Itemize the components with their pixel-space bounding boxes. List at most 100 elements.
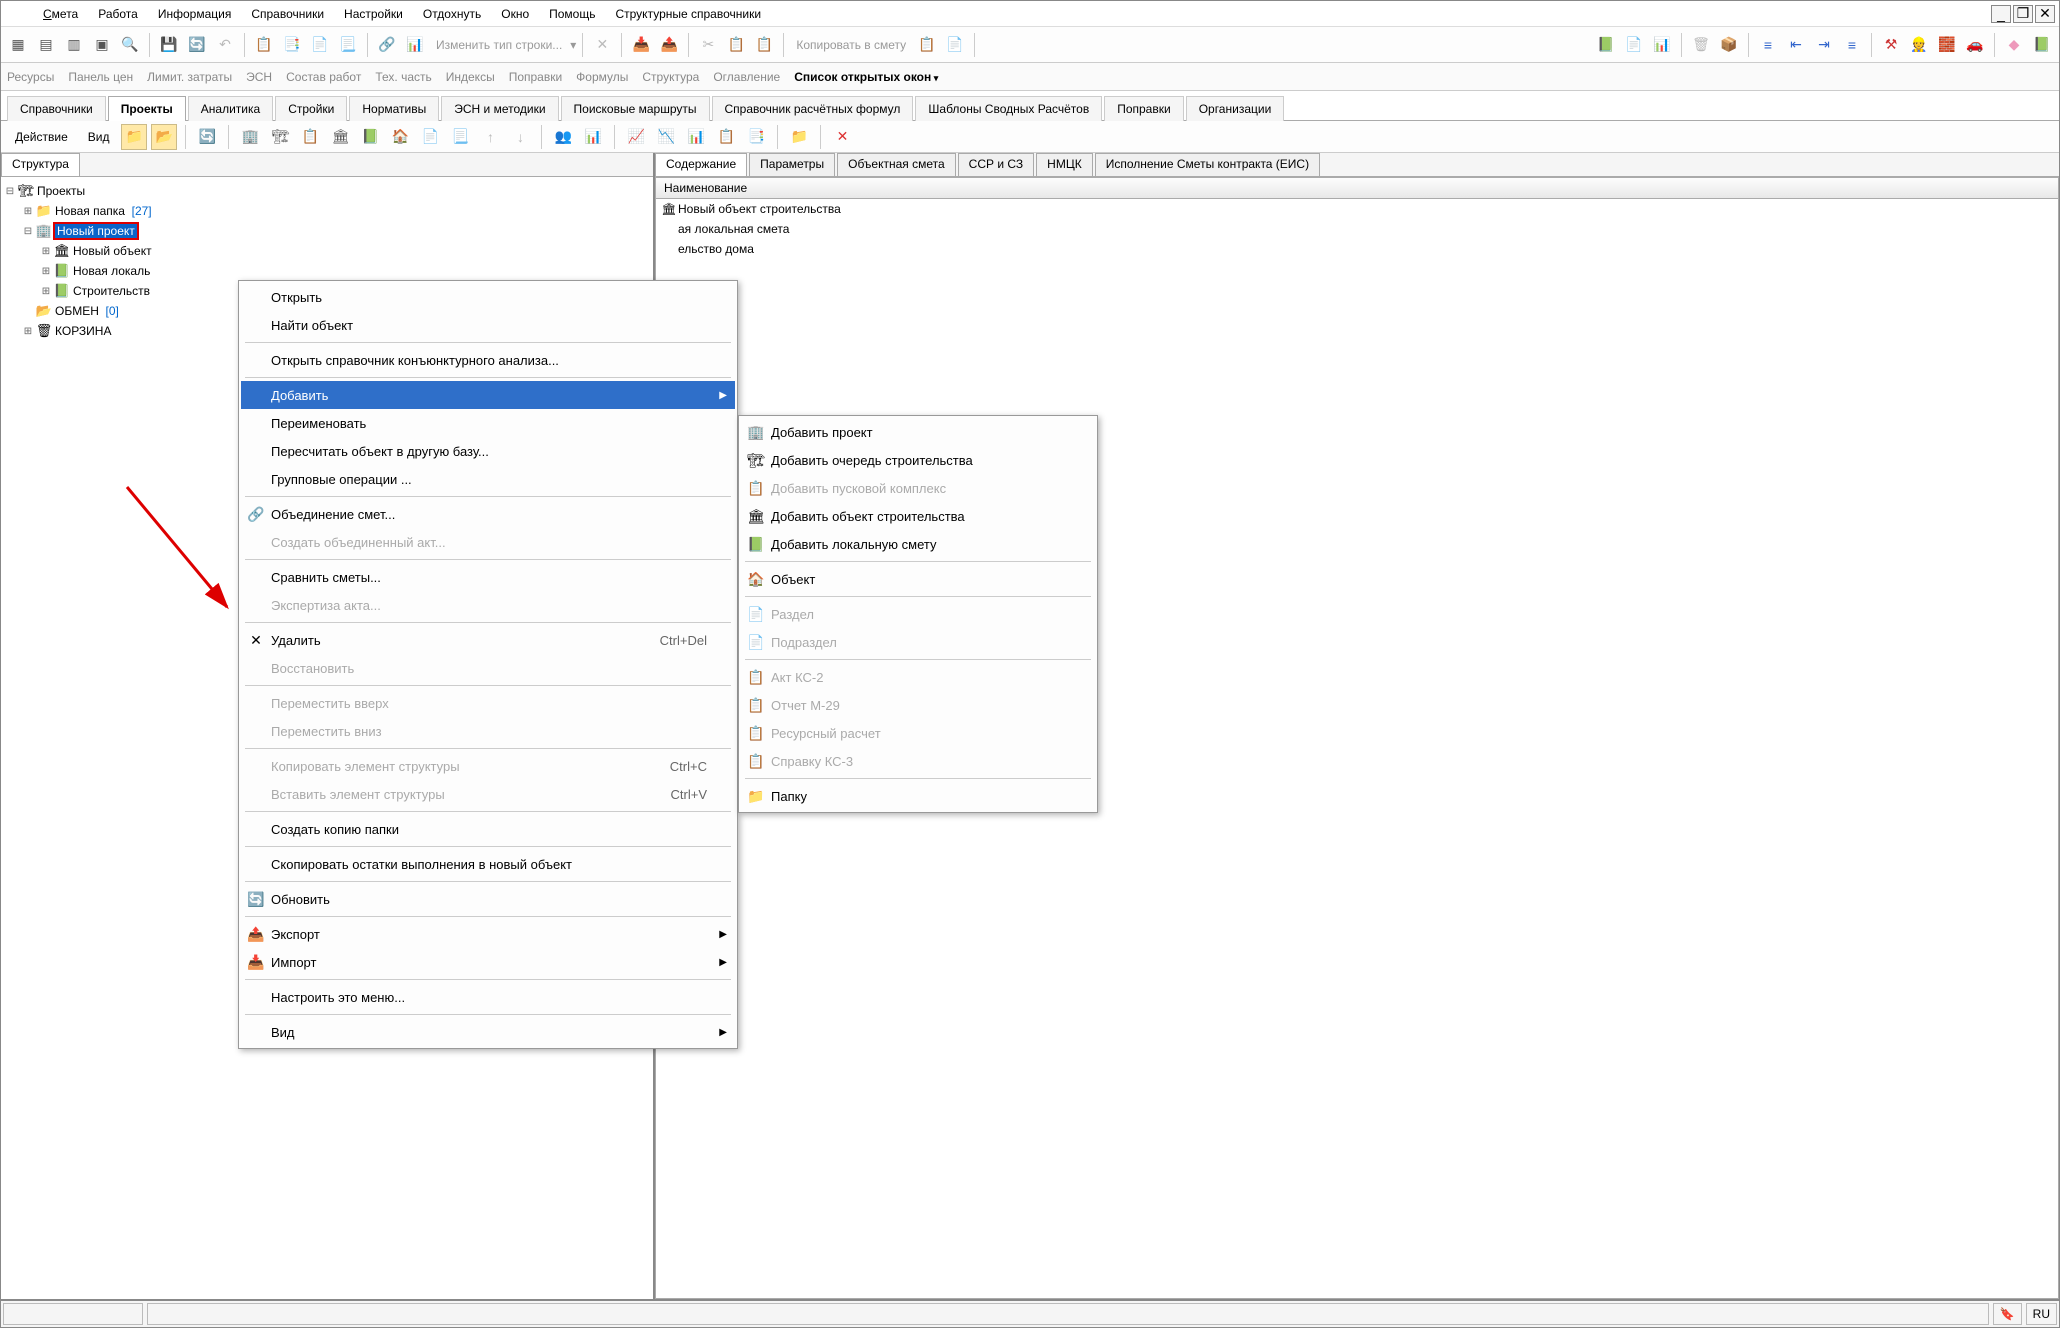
menu-настройки[interactable]: Настройки: [334, 4, 413, 24]
maintab-4[interactable]: Нормативы: [349, 96, 439, 121]
change-type-text[interactable]: Изменить тип строки...: [430, 38, 568, 52]
tool-icon[interactable]: ⇤: [1783, 32, 1809, 58]
maintab-0[interactable]: Справочники: [7, 96, 106, 121]
ctx-item-32[interactable]: 📥Импорт▶: [241, 948, 735, 976]
tool-icon[interactable]: 📊: [683, 124, 709, 150]
tool-icon[interactable]: ▤: [33, 32, 59, 58]
tool-icon[interactable]: 📄: [417, 124, 443, 150]
tool-icon[interactable]: 📋: [251, 32, 277, 58]
ctx-item-27[interactable]: Скопировать остатки выполнения в новый о…: [241, 850, 735, 878]
tool-icon[interactable]: 📦: [1716, 32, 1742, 58]
maintab-5[interactable]: ЭСН и методики: [441, 96, 558, 121]
ctx-item-25[interactable]: Создать копию папки: [241, 815, 735, 843]
ctx-item-29[interactable]: 🔄Обновить: [241, 885, 735, 913]
tool-icon[interactable]: 🧱: [1934, 32, 1960, 58]
maintab-8[interactable]: Шаблоны Сводных Расчётов: [915, 96, 1102, 121]
tool-icon[interactable]: 📋: [713, 124, 739, 150]
maintab-3[interactable]: Стройки: [275, 96, 347, 121]
expand-icon[interactable]: ⊞: [39, 246, 53, 257]
expand-icon[interactable]: ⊞: [21, 206, 35, 217]
righttab-2[interactable]: Объектная смета: [837, 153, 956, 176]
arrow-down-icon[interactable]: ↓: [507, 124, 533, 150]
ctx-item-5[interactable]: Добавить▶: [241, 381, 735, 409]
menu-помощь[interactable]: Помощь: [539, 4, 605, 24]
secondary-3[interactable]: ЭСН: [246, 70, 272, 84]
tool-icon[interactable]: 📃: [447, 124, 473, 150]
tool-icon[interactable]: 📗: [357, 124, 383, 150]
tool-icon[interactable]: 🔗: [374, 32, 400, 58]
secondary-10[interactable]: Оглавление: [713, 70, 780, 84]
secondary-4[interactable]: Состав работ: [286, 70, 361, 84]
ctx-item-0[interactable]: Открыть: [241, 283, 735, 311]
tool-icon[interactable]: 🗑: [1688, 32, 1714, 58]
table-row[interactable]: ая локальная смета: [656, 219, 2058, 239]
submenu-item-0[interactable]: 🏢Добавить проект: [741, 418, 1095, 446]
secondary-6[interactable]: Индексы: [446, 70, 495, 84]
tool-icon[interactable]: 👥: [550, 124, 576, 150]
tool-icon[interactable]: ▣: [89, 32, 115, 58]
tree-item[interactable]: Строительств: [71, 284, 150, 298]
tool-icon[interactable]: 📃: [335, 32, 361, 58]
delete-icon[interactable]: ✕: [829, 124, 855, 150]
submenu-item-16[interactable]: 📁Папку: [741, 782, 1095, 810]
secondary-9[interactable]: Структура: [642, 70, 699, 84]
tool-icon[interactable]: 📗: [1593, 32, 1619, 58]
tool-icon[interactable]: 🏗: [267, 124, 293, 150]
righttab-4[interactable]: НМЦК: [1036, 153, 1093, 176]
ctx-item-16[interactable]: ✕УдалитьCtrl+Del: [241, 626, 735, 654]
tool-icon[interactable]: 📄: [1621, 32, 1647, 58]
secondary-0[interactable]: Ресурсы: [7, 70, 54, 84]
language-indicator[interactable]: RU: [2026, 1303, 2057, 1325]
menu-смета[interactable]: Смета: [33, 4, 88, 24]
secondary-7[interactable]: Поправки: [509, 70, 562, 84]
table-header[interactable]: Наименование: [655, 177, 2059, 199]
submenu-item-6[interactable]: 🏠Объект: [741, 565, 1095, 593]
expand-icon[interactable]: ⊞: [21, 326, 35, 337]
refresh-icon[interactable]: 🔄: [194, 124, 220, 150]
copy-icon[interactable]: 📋: [723, 32, 749, 58]
maintab-10[interactable]: Организации: [1186, 96, 1285, 121]
submenu-item-3[interactable]: 🏛Добавить объект строительства: [741, 502, 1095, 530]
search-icon[interactable]: 🔍: [117, 32, 143, 58]
righttab-0[interactable]: Содержание: [655, 153, 747, 176]
tool-icon[interactable]: 📤: [656, 32, 682, 58]
secondary-2[interactable]: Лимит. затраты: [147, 70, 232, 84]
ctx-item-7[interactable]: Пересчитать объект в другую базу...: [241, 437, 735, 465]
secondary-1[interactable]: Панель цен: [68, 70, 133, 84]
tool-icon[interactable]: 🏢: [237, 124, 263, 150]
tool-icon[interactable]: 📑: [743, 124, 769, 150]
expand-icon[interactable]: ⊞: [39, 286, 53, 297]
folder-icon[interactable]: 📁: [121, 124, 147, 150]
ctx-item-6[interactable]: Переименовать: [241, 409, 735, 437]
tree-item[interactable]: Новая локаль: [71, 264, 150, 278]
view-button[interactable]: Вид: [80, 130, 118, 144]
ctx-item-1[interactable]: Найти объект: [241, 311, 735, 339]
tool-icon[interactable]: 📊: [580, 124, 606, 150]
tool-icon[interactable]: ≡: [1755, 32, 1781, 58]
restore-button[interactable]: ❐: [2013, 5, 2033, 23]
tool-icon[interactable]: 📄: [307, 32, 333, 58]
maintab-9[interactable]: Поправки: [1104, 96, 1183, 121]
tree-root[interactable]: Проекты: [35, 184, 85, 198]
table-row[interactable]: ельство дома: [656, 239, 2058, 259]
secondary-8[interactable]: Формулы: [576, 70, 628, 84]
ctx-item-31[interactable]: 📤Экспорт▶: [241, 920, 735, 948]
minimize-button[interactable]: _: [1991, 5, 2011, 23]
tool-icon[interactable]: 📑: [279, 32, 305, 58]
tool-icon[interactable]: ≡: [1839, 32, 1865, 58]
submenu-item-1[interactable]: 🏗Добавить очередь строительства: [741, 446, 1095, 474]
folder-open-icon[interactable]: 📂: [151, 124, 177, 150]
table-row[interactable]: 🏛Новый объект строительства: [656, 199, 2058, 219]
delete-icon[interactable]: ✕: [589, 32, 615, 58]
ctx-item-3[interactable]: Открыть справочник конъюнктурного анализ…: [241, 346, 735, 374]
tool-icon[interactable]: 📋: [914, 32, 940, 58]
menu-отдохнуть[interactable]: Отдохнуть: [413, 4, 491, 24]
tool-icon[interactable]: 📗: [2029, 32, 2055, 58]
tool-icon[interactable]: ⚒: [1878, 32, 1904, 58]
secondary-11[interactable]: Список открытых окон ▾: [794, 70, 938, 84]
expand-icon[interactable]: ⊟: [3, 186, 17, 197]
tree-item[interactable]: Новая папка [27]: [53, 204, 152, 218]
submenu-item-4[interactable]: 📗Добавить локальную смету: [741, 530, 1095, 558]
tool-icon[interactable]: 🏛: [327, 124, 353, 150]
tool-icon[interactable]: 📊: [1649, 32, 1675, 58]
